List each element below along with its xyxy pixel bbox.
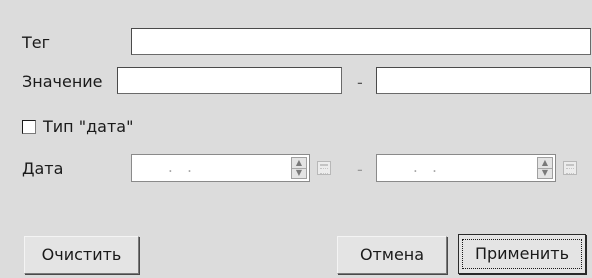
filter-dialog: Тег Значение - Тип "дата" Дата . . ▲ ▼ -…: [0, 0, 592, 278]
tag-label: Тег: [22, 33, 51, 52]
value-label: Значение: [22, 72, 103, 91]
clear-button[interactable]: Очистить: [24, 236, 139, 274]
apply-button[interactable]: Применить: [458, 234, 586, 274]
date-range-separator: -: [357, 160, 363, 179]
date-from-field[interactable]: . . ▲ ▼: [131, 154, 310, 182]
value-to-input[interactable]: [376, 67, 591, 94]
date-label: Дата: [22, 159, 64, 178]
value-range-separator: -: [357, 73, 363, 92]
date-to-separators: . .: [413, 158, 437, 176]
apply-button-label: Применить: [474, 244, 570, 263]
value-from-input[interactable]: [117, 67, 342, 94]
tag-input[interactable]: [131, 28, 591, 55]
clear-button-label: Очистить: [41, 245, 122, 264]
cancel-button[interactable]: Отмена: [337, 236, 447, 274]
cancel-button-label: Отмена: [359, 245, 425, 264]
date-from-calendar-icon[interactable]: [317, 161, 331, 175]
date-to-spin-down-icon[interactable]: ▼: [538, 168, 552, 178]
date-type-label[interactable]: Тип "дата": [43, 117, 133, 137]
date-from-spinner[interactable]: ▲ ▼: [291, 157, 307, 179]
date-to-field[interactable]: . . ▲ ▼: [376, 154, 556, 182]
date-to-spinner[interactable]: ▲ ▼: [537, 157, 553, 179]
date-from-spin-down-icon[interactable]: ▼: [292, 168, 306, 178]
date-type-checkbox[interactable]: [22, 120, 36, 134]
date-from-separators: . .: [168, 158, 192, 176]
date-to-calendar-icon[interactable]: [563, 161, 577, 175]
